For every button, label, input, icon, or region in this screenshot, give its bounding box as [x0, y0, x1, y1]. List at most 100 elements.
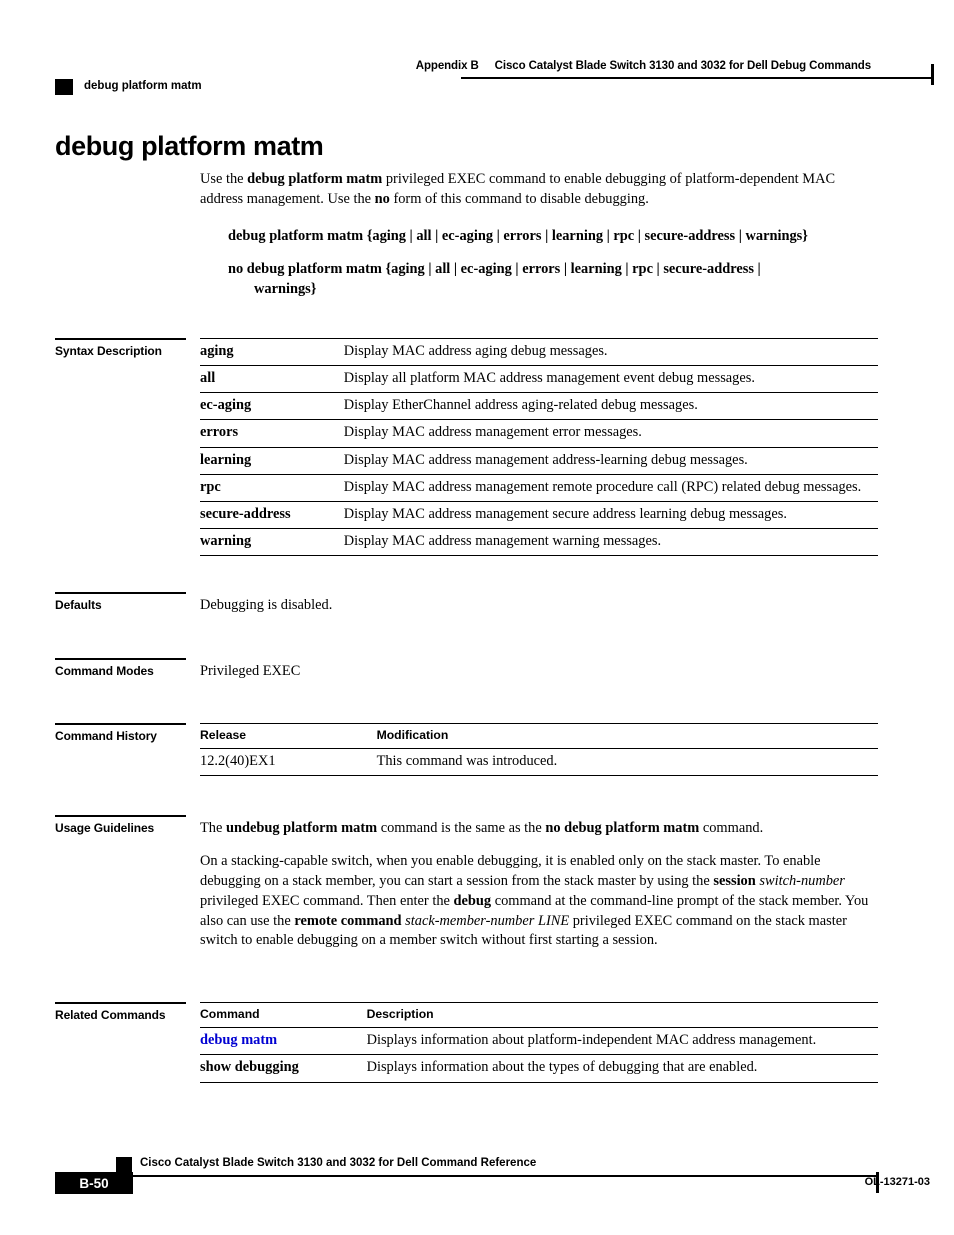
intro-seg-1: Use the — [200, 171, 248, 187]
syntax-keyword: all — [200, 365, 344, 393]
table-row: all Display all platform MAC address man… — [200, 365, 878, 393]
defaults-rule — [55, 592, 186, 594]
syntax-description-table: aging Display MAC address aging debug me… — [200, 337, 878, 557]
ug1-nodebug-bold: no debug platform matm — [545, 820, 700, 836]
usage-guidelines-rule — [55, 815, 186, 817]
syntax-desc: Display MAC address management remote pr… — [343, 473, 878, 502]
command-modes-rule — [55, 658, 186, 660]
ug2-seg2: privileged EXEC command. Then enter the — [200, 892, 454, 909]
link-debug-matm[interactable]: debug matm — [200, 1032, 277, 1048]
related-command-desc: Displays information about the types of … — [366, 1054, 878, 1083]
header-rule — [461, 77, 933, 79]
intro-no-bold: no — [374, 190, 390, 207]
document-page: Appendix B Cisco Catalyst Blade Switch 31… — [0, 0, 954, 1235]
header-marker-block — [55, 79, 73, 95]
related-commands-table: Command Description debug matm Displays … — [200, 1001, 878, 1083]
ug2-session-bold: session — [713, 872, 756, 889]
syntax-desc: Display all platform MAC address managem… — [343, 365, 878, 393]
syntax-desc: Display MAC address management warning m… — [343, 528, 878, 557]
table-row: show debugging Displays information abou… — [200, 1054, 878, 1083]
table-row: learning Display MAC address management … — [200, 446, 878, 475]
ug1-seg1: The — [200, 820, 226, 836]
syntax-keyword: errors — [200, 419, 344, 448]
ug1-seg2: command is the same as the — [377, 820, 546, 836]
command-modes-text: Privileged EXEC — [200, 663, 301, 679]
syntax-line-positive: debug platform matm {aging | all | ec-ag… — [228, 226, 888, 246]
syntax-line-negative: no debug platform matm {aging | all | ec… — [228, 259, 888, 299]
command-history-table: Release Modification 12.2(40)EX1 This co… — [200, 722, 878, 777]
intro-paragraph: Use the debug platform matm privileged E… — [200, 170, 878, 210]
related-command-cell: debug matm — [200, 1027, 367, 1055]
ug1-undebug-bold: undebug platform matm — [225, 820, 378, 836]
section-label-command-history: Command History — [55, 729, 157, 743]
syntax-keyword: warning — [200, 528, 344, 557]
syntax-keyword: learning — [200, 446, 344, 475]
table-header-row: Command Description — [200, 1001, 878, 1028]
footer-book-title: Cisco Catalyst Blade Switch 3130 and 303… — [140, 1157, 537, 1169]
table-header-row: Release Modification — [200, 722, 878, 749]
defaults-text: Debugging is disabled. — [200, 597, 333, 613]
section-label-syntax-description: Syntax Description — [55, 344, 162, 358]
ug2-remotecommand-bold: remote command — [294, 912, 402, 929]
header-edge-tick — [931, 64, 934, 85]
running-command-name: debug platform matm — [84, 80, 202, 92]
table-row: secure-address Display MAC address manag… — [200, 500, 878, 529]
col-header-description: Description — [366, 1001, 878, 1028]
col-header-release: Release — [200, 722, 377, 749]
intro-seg-3: form of this command to disable debuggin… — [389, 190, 649, 207]
syntax-positive-text: debug platform matm {aging | all | ec-ag… — [228, 228, 808, 244]
related-command-cell: show debugging — [200, 1054, 367, 1083]
document-id: OL-13271-03 — [864, 1176, 930, 1188]
table-row: warning Display MAC address management w… — [200, 528, 878, 557]
modification-value: This command was introduced. — [376, 748, 878, 777]
running-header: Appendix B Cisco Catalyst Blade Switch 31… — [55, 30, 934, 95]
intro-text: Use the debug platform matm privileged E… — [200, 170, 878, 210]
ug1-seg3: command. — [699, 820, 764, 836]
table-row: ec-aging Display EtherChannel address ag… — [200, 392, 878, 420]
ug2-switchnumber-italic: switch-number — [759, 872, 845, 889]
syntax-keyword: ec-aging — [200, 392, 344, 420]
col-header-command: Command — [200, 1001, 367, 1028]
section-label-command-modes: Command Modes — [55, 664, 154, 678]
table-row: rpc Display MAC address management remot… — [200, 473, 878, 502]
syntax-keyword: aging — [200, 337, 344, 366]
related-command-desc: Displays information about platform-inde… — [366, 1027, 878, 1055]
table-row: debug matm Displays information about pl… — [200, 1027, 878, 1055]
running-header-text: Appendix B Cisco Catalyst Blade Switch 31… — [416, 60, 871, 72]
col-header-modification: Modification — [376, 722, 878, 749]
ug2-debug-bold: debug — [453, 892, 492, 909]
ug2-stackmember-italic: stack-member-number LINE — [405, 912, 570, 929]
table-row: aging Display MAC address aging debug me… — [200, 337, 878, 366]
footer-marker-block — [116, 1157, 132, 1173]
footer-rule — [132, 1175, 878, 1177]
footer-edge-tick — [876, 1172, 879, 1193]
release-value: 12.2(40)EX1 — [200, 748, 377, 777]
related-commands-rule — [55, 1002, 186, 1004]
page-title: debug platform matm — [55, 131, 324, 162]
defaults-body: Debugging is disabled. — [200, 596, 878, 616]
section-label-defaults: Defaults — [55, 598, 102, 612]
usage-guidelines-body: The undebug platform matm command is the… — [200, 819, 878, 951]
syntax-keyword: rpc — [200, 473, 344, 502]
intro-cmd-bold: debug platform matm — [247, 171, 383, 187]
table-row: 12.2(40)EX1 This command was introduced. — [200, 748, 878, 777]
syntax-desc: Display MAC address management secure ad… — [343, 500, 878, 529]
syntax-desc: Display MAC address management error mes… — [343, 419, 878, 448]
syntax-desc: Display MAC address aging debug messages… — [343, 337, 878, 366]
appendix-label: Appendix B — [415, 60, 479, 72]
table-row: errors Display MAC address management er… — [200, 419, 878, 448]
page-number: B-50 — [79, 1176, 109, 1191]
book-title-header: Cisco Catalyst Blade Switch 3130 and 303… — [494, 60, 871, 72]
syntax-negative-text-line1: no debug platform matm {aging | all | ec… — [228, 261, 761, 277]
syntax-desc: Display MAC address management address-l… — [343, 446, 878, 475]
usage-paragraph-1: The undebug platform matm command is the… — [200, 819, 878, 839]
syntax-negative-text-line2: warnings} — [254, 281, 317, 298]
command-modes-body: Privileged EXEC — [200, 662, 878, 682]
usage-paragraph-2: On a stacking-capable switch, when you e… — [200, 852, 878, 951]
section-label-related-commands: Related Commands — [55, 1008, 166, 1022]
syntax-description-rule — [55, 338, 186, 340]
syntax-desc: Display EtherChannel address aging-relat… — [343, 392, 878, 420]
command-history-rule — [55, 723, 186, 725]
syntax-keyword: secure-address — [200, 500, 344, 529]
section-label-usage-guidelines: Usage Guidelines — [55, 821, 155, 835]
